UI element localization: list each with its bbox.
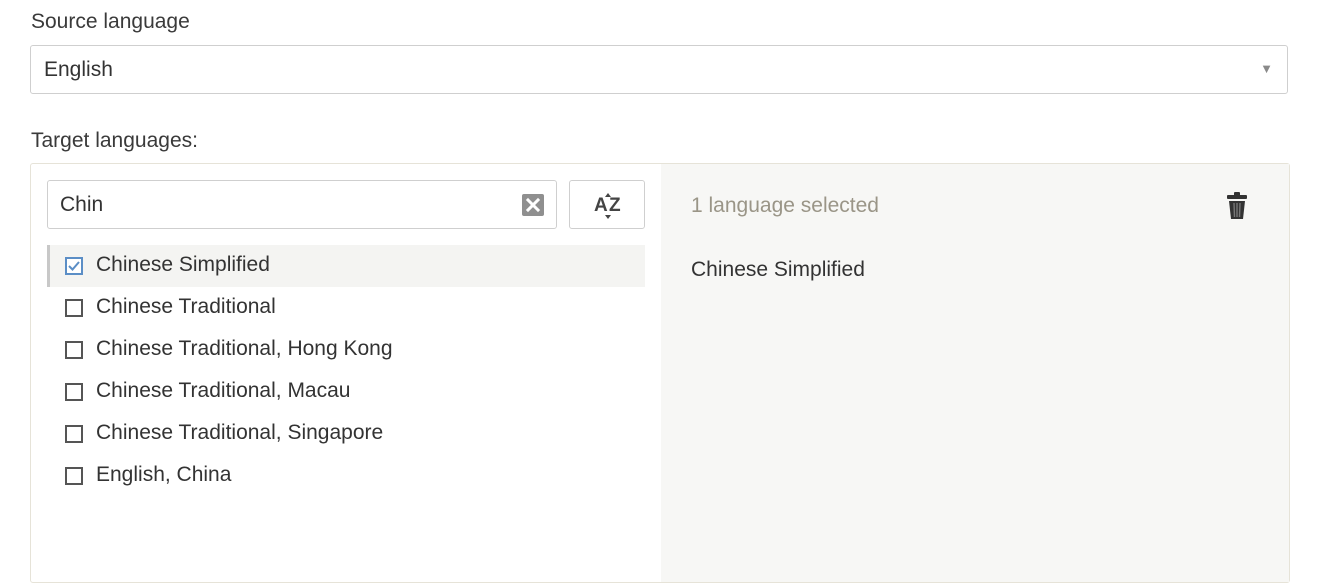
language-list: Chinese Simplified Chinese Traditional C… [47,245,645,497]
caret-down-icon: ▼ [1260,61,1273,76]
source-language-label: Source language [31,10,190,33]
language-option-label: English, China [96,463,232,486]
selected-language-item: Chinese Simplified [691,258,865,281]
language-option-label: Chinese Simplified [96,253,270,276]
language-option[interactable]: Chinese Traditional, Macau [47,371,645,413]
checkbox[interactable] [65,341,83,359]
sort-az-icon: A Z [594,193,621,219]
language-option-label: Chinese Traditional, Singapore [96,421,384,444]
selected-count: 1 language selected [691,194,879,217]
language-option[interactable]: Chinese Traditional, Hong Kong [47,329,645,371]
target-languages-panel: A Z Chinese Simplified Chinese Tradition… [30,163,1290,583]
checkbox[interactable] [65,299,83,317]
language-option[interactable]: English, China [47,455,645,497]
language-option-label: Chinese Traditional, Hong Kong [96,337,393,360]
language-search-input[interactable] [60,192,500,218]
language-search-field [47,180,557,229]
checkbox-checked[interactable] [65,257,83,275]
language-option[interactable]: Chinese Traditional, Singapore [47,413,645,455]
source-language-select[interactable]: English ▼ [30,45,1288,94]
svg-text:A: A [594,195,608,216]
language-option[interactable]: Chinese Traditional [47,287,645,329]
sort-button[interactable]: A Z [569,180,645,229]
checkbox[interactable] [65,425,83,443]
clear-x-icon[interactable] [522,194,544,216]
target-languages-label: Target languages: [31,129,198,152]
source-language-value: English [44,58,113,81]
checkbox[interactable] [65,383,83,401]
svg-text:Z: Z [609,195,621,216]
selected-languages-pane: 1 language selected Chinese Simplified [661,164,1289,582]
language-option-label: Chinese Traditional [96,295,276,318]
language-option-label: Chinese Traditional, Macau [96,379,351,402]
checkbox[interactable] [65,467,83,485]
language-option[interactable]: Chinese Simplified [47,245,645,287]
trash-icon[interactable] [1223,191,1251,221]
